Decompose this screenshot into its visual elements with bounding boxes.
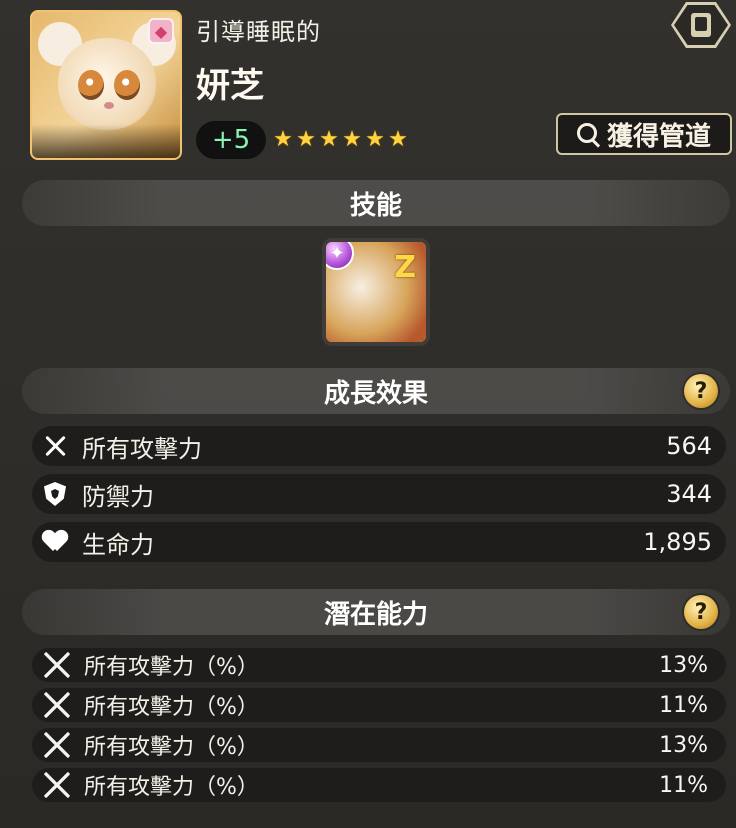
portrait-shadow bbox=[32, 124, 180, 158]
potential-label: 所有攻擊力（%） bbox=[84, 775, 259, 800]
star-icon: ★ bbox=[365, 127, 385, 152]
sword-cross-icon bbox=[38, 429, 72, 463]
star-icon: ★ bbox=[273, 127, 293, 152]
character-detail-page: ◆ 引導睡眠的 妍芝 +5 ★ ★ ★ ★ ★ ★ 獲得管道 技能 Z ✦ 成長… bbox=[0, 0, 736, 828]
character-subtitle: 引導睡眠的 bbox=[196, 18, 321, 46]
growth-label: 生命力 bbox=[82, 530, 154, 559]
heart-icon bbox=[38, 525, 72, 559]
growth-label: 防禦力 bbox=[82, 482, 154, 511]
portrait-eye-right bbox=[114, 70, 140, 100]
book-icon bbox=[691, 13, 711, 37]
growth-value: 564 bbox=[666, 432, 712, 460]
acquire-button-label: 獲得管道 bbox=[606, 121, 711, 152]
section-skills: 技能 bbox=[22, 180, 730, 226]
book-button-inner bbox=[674, 5, 728, 45]
potential-value: 11% bbox=[659, 772, 708, 798]
growth-label: 所有攻擊力 bbox=[82, 434, 202, 463]
growth-value: 344 bbox=[666, 480, 712, 508]
section-growth-title: 成長效果 bbox=[323, 378, 428, 409]
star-icon: ★ bbox=[319, 127, 339, 152]
book-button-frame bbox=[671, 2, 731, 48]
potential-value: 13% bbox=[659, 652, 708, 678]
portrait-nose bbox=[104, 102, 114, 109]
sleep-z-icon: Z bbox=[394, 250, 416, 285]
section-potential: 潛在能力 ? bbox=[22, 589, 730, 635]
growth-row-attack: 所有攻擊力 564 bbox=[32, 426, 726, 466]
sword-broken-icon bbox=[40, 768, 74, 802]
character-portrait[interactable]: ◆ bbox=[30, 10, 182, 160]
help-icon[interactable]: ? bbox=[684, 374, 718, 408]
help-icon[interactable]: ? bbox=[684, 595, 718, 629]
growth-value: 1,895 bbox=[643, 528, 712, 556]
acquire-button[interactable]: 獲得管道 bbox=[556, 113, 732, 155]
section-potential-title: 潛在能力 bbox=[323, 599, 428, 630]
star-rating: ★ ★ ★ ★ ★ ★ bbox=[272, 124, 412, 156]
potential-label: 所有攻擊力（%） bbox=[84, 655, 259, 680]
potential-row: 所有攻擊力（%） 11% bbox=[32, 688, 726, 722]
potential-row: 所有攻擊力（%） 13% bbox=[32, 728, 726, 762]
potential-row: 所有攻擊力（%） 11% bbox=[32, 768, 726, 802]
potential-row: 所有攻擊力（%） 13% bbox=[32, 648, 726, 682]
shield-icon bbox=[38, 477, 72, 511]
star-icon: ★ bbox=[296, 127, 316, 152]
sword-broken-icon bbox=[40, 648, 74, 682]
portrait-eye-left bbox=[78, 70, 104, 100]
book-button[interactable] bbox=[666, 0, 736, 50]
search-icon bbox=[576, 123, 599, 145]
potential-label: 所有攻擊力（%） bbox=[84, 735, 259, 760]
character-name: 妍芝 bbox=[196, 66, 264, 106]
potential-value: 13% bbox=[659, 732, 708, 758]
skill-card[interactable]: Z ✦ bbox=[322, 238, 430, 346]
sword-broken-icon bbox=[40, 728, 74, 762]
rank-badge-icon: ◆ bbox=[148, 18, 174, 44]
potential-label: 所有攻擊力（%） bbox=[84, 695, 259, 720]
level-pill: +5 bbox=[196, 121, 266, 159]
portrait-face bbox=[58, 38, 156, 130]
growth-row-defense: 防禦力 344 bbox=[32, 474, 726, 514]
potential-value: 11% bbox=[659, 692, 708, 718]
section-skills-title: 技能 bbox=[349, 190, 402, 221]
star-icon: ★ bbox=[388, 127, 408, 152]
star-icon: ★ bbox=[342, 127, 362, 152]
sword-broken-icon bbox=[40, 688, 74, 722]
growth-row-hp: 生命力 1,895 bbox=[32, 522, 726, 562]
section-growth: 成長效果 ? bbox=[22, 368, 730, 414]
